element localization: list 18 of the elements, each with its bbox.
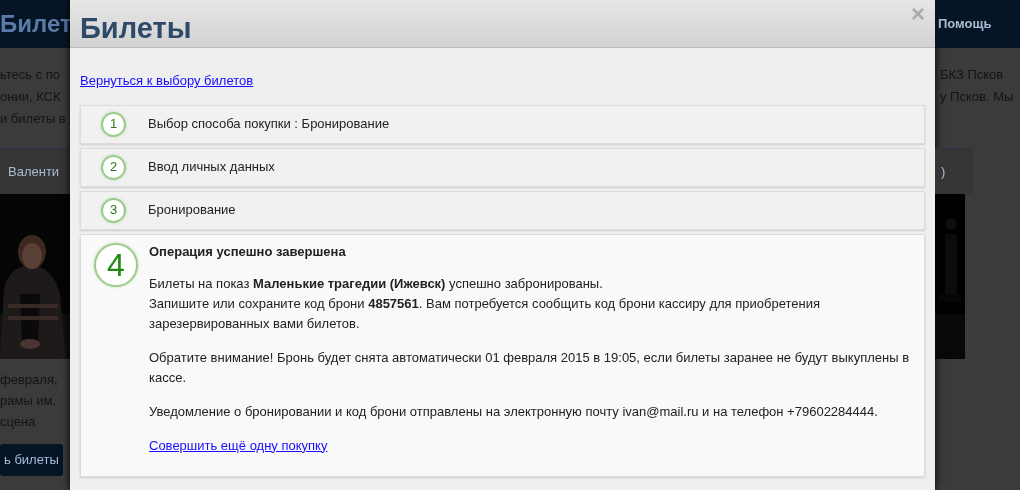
modal-title: Билеты [80,14,192,43]
step-number: 1 [101,111,126,137]
step-row[interactable]: 3 Бронирование [80,190,925,230]
step-label: Ввод личных данных [148,158,275,177]
message-text: Обратите внимание! Бронь будет снята автоматически 01 февраля 2015 в 19:05, если билеты заранее не будут выкуплены в кассе. [149,348,911,387]
new-purchase-link[interactable]: Совершить ещё одну покупку [149,437,328,453]
message-text: Билеты на показ Маленькие трагедии (Ижевск) успешно забронированы. Запишите или сохраните код брони 4857561. Вам потребуется сообщить код брони кассиру для приобретения зарезервированных вами билетов. [149,274,821,333]
step-label: Бронирование [148,201,236,220]
message-text: Уведомление о бронировании и код брони отправлены на электронную почту ivan@mail.ru и на телефон +79602284444. [149,402,879,421]
step-row[interactable]: 1 Выбор способа покупки : Бронирование [80,104,925,144]
step-row[interactable]: 2 Ввод личных данных [80,147,925,187]
step-number: 2 [101,154,126,180]
step-heading: Операция успешно завершена [149,242,347,261]
back-link[interactable]: Вернуться к выбору билетов [80,73,254,88]
buy-tickets-button[interactable]: ь билеты [0,444,63,476]
step-label: Выбор способа покупки : Бронирование [148,115,390,134]
step-number: 3 [101,197,126,223]
step-number: 4 [94,242,138,287]
